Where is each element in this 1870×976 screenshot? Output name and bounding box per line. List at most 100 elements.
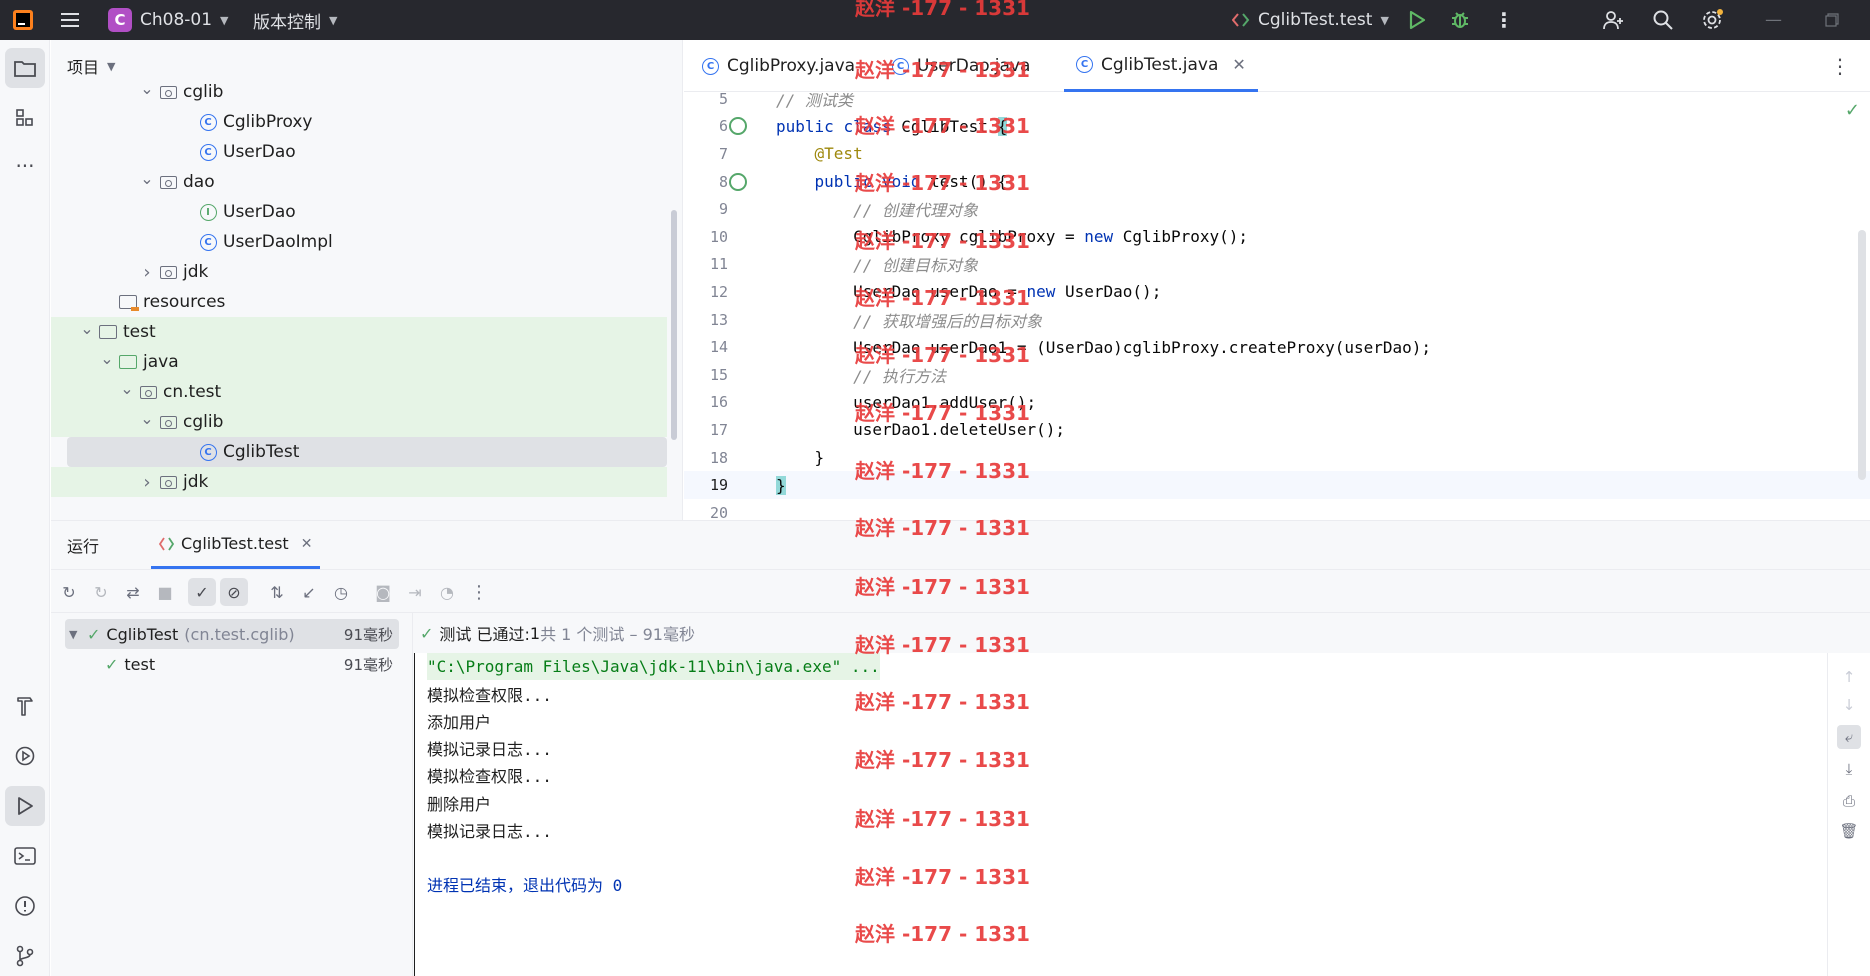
code-line[interactable]: 16 userDao1.addUser();: [684, 389, 1870, 417]
code-line[interactable]: 5 // 测试类: [684, 93, 1870, 113]
show-passed-icon[interactable]: ✓: [188, 578, 216, 606]
tree-item[interactable]: ⌄ cglib: [51, 77, 667, 107]
test-suite-row[interactable]: ▼ ✓ CglibTest (cn.test.cglib) 91毫秒: [65, 619, 399, 649]
tree-item[interactable]: ⌄ java: [51, 347, 667, 377]
tree-item[interactable]: ⌄ dao: [51, 167, 667, 197]
chevron-down-icon[interactable]: ⌄: [79, 319, 95, 338]
chevron-right-icon[interactable]: ›: [139, 472, 155, 493]
restore-icon[interactable]: [1825, 0, 1845, 40]
show-ignored-icon[interactable]: ⊘: [220, 578, 248, 606]
vcs-menu[interactable]: 版本控制 ▼: [253, 0, 337, 40]
rerun-failed-icon[interactable]: ↻: [87, 578, 115, 606]
tab-userdao[interactable]: C UserDao.java: [880, 40, 1042, 92]
close-tab-icon[interactable]: ✕: [301, 536, 313, 552]
git-branch-icon[interactable]: [5, 936, 45, 976]
tree-item[interactable]: ⌄ test: [51, 317, 667, 347]
import-tests-icon[interactable]: ⇥: [401, 578, 429, 606]
test-case-row[interactable]: ✓ test 91毫秒: [65, 649, 399, 679]
chevron-down-icon[interactable]: ⌄: [119, 379, 135, 398]
trash-icon[interactable]: 🗑: [1837, 819, 1861, 843]
build-hammer-icon[interactable]: [5, 686, 45, 726]
tree-item[interactable]: C CglibTest: [67, 437, 667, 467]
console-output[interactable]: "C:\Program Files\Java\jdk-11\bin\java.e…: [414, 653, 1828, 976]
tabs-more-icon[interactable]: ⋮: [1830, 54, 1850, 78]
project-panel-title: 项目: [67, 58, 100, 77]
down-arrow-icon[interactable]: ↓: [1837, 693, 1861, 717]
tab-cglibtest[interactable]: C CglibTest.java ✕: [1064, 40, 1258, 92]
resources-folder-icon: [119, 293, 139, 311]
run-tool-icon[interactable]: [5, 786, 45, 826]
chevron-down-icon[interactable]: ⌄: [139, 169, 155, 188]
debug-icon[interactable]: [1450, 0, 1478, 40]
tab-run-config[interactable]: CglibTest.test ✕: [151, 521, 321, 569]
code-line[interactable]: 12 UserDao userDao = new UserDao();: [684, 278, 1870, 306]
chevron-down-icon[interactable]: ⌄: [139, 409, 155, 428]
structure-icon[interactable]: [5, 98, 45, 138]
toggle-auto-test-icon[interactable]: ⇄: [119, 578, 147, 606]
code-line[interactable]: 6 public class CglibTest {: [684, 113, 1870, 141]
code-line[interactable]: 9 // 创建代理对象: [684, 195, 1870, 223]
more-tools-icon[interactable]: ···: [5, 146, 45, 186]
project-view-icon[interactable]: [5, 48, 45, 88]
main-menu-icon[interactable]: [60, 0, 88, 40]
search-icon[interactable]: [1652, 0, 1682, 40]
code-line[interactable]: 13 // 获取增强后的目标对象: [684, 306, 1870, 334]
gutter-run-test-icon[interactable]: [729, 172, 747, 191]
chevron-down-icon: ▼: [329, 13, 338, 27]
gutter-run-test-icon[interactable]: [729, 117, 747, 136]
chevron-right-icon[interactable]: ›: [139, 262, 155, 283]
passed-check-icon: ✓: [105, 654, 119, 674]
coverage-icon[interactable]: ◔: [433, 578, 461, 606]
project-badge: C: [108, 8, 132, 32]
soft-wrap-icon[interactable]: ⤶: [1837, 725, 1861, 749]
tree-item[interactable]: ⌄ cn.test: [51, 377, 667, 407]
tree-item[interactable]: C UserDao: [51, 137, 667, 167]
more-actions-icon[interactable]: ⋮: [1494, 0, 1514, 40]
tree-item[interactable]: resources: [51, 287, 667, 317]
chevron-down-icon[interactable]: ⌄: [139, 79, 155, 98]
tab-cglibproxy[interactable]: C CglibProxy.java: [690, 40, 867, 92]
tree-item[interactable]: ⌄ cglib: [51, 407, 667, 437]
sort-icon[interactable]: ⇅: [263, 578, 291, 606]
code-line[interactable]: 11 // 创建目标对象: [684, 251, 1870, 279]
no-problems-check-icon[interactable]: ✓: [1845, 100, 1860, 121]
code-line[interactable]: 14 UserDao userDao1 = (UserDao)cglibProx…: [684, 333, 1870, 361]
terminal-icon[interactable]: [5, 836, 45, 876]
add-user-icon[interactable]: [1602, 0, 1632, 40]
project-panel: 项目 ▼ ⌄ cglib C CglibProxy C UserDao ⌄ dao I UserD…: [51, 40, 683, 520]
run-config-selector[interactable]: CglibTest.test ▼: [1232, 0, 1389, 40]
settings-gear-icon[interactable]: [1700, 0, 1730, 40]
code-line[interactable]: 7 @Test: [684, 140, 1870, 168]
up-arrow-icon[interactable]: ↑: [1837, 665, 1861, 689]
stop-icon[interactable]: ■: [151, 578, 179, 606]
screenshot-icon[interactable]: ◙: [369, 578, 397, 606]
run-icon[interactable]: [1408, 0, 1436, 40]
tree-item[interactable]: C UserDaoImpl: [51, 227, 667, 257]
code-line[interactable]: 8 public void test() {: [684, 168, 1870, 196]
minimize-icon[interactable]: —: [1765, 0, 1785, 40]
services-icon[interactable]: [5, 736, 45, 776]
code-area[interactable]: 5// 测试类 6 public class CglibTest {7 @Test 8…: [684, 93, 1870, 520]
code-line[interactable]: 15 // 执行方法: [684, 361, 1870, 389]
tree-item[interactable]: › jdk: [51, 257, 667, 287]
code-line[interactable]: 17 userDao1.deleteUser();: [684, 416, 1870, 444]
code-line[interactable]: 20: [684, 499, 1870, 520]
tree-item[interactable]: › jdk: [51, 467, 667, 497]
scroll-to-end-icon[interactable]: ⤓: [1837, 757, 1861, 781]
tree-item[interactable]: C CglibProxy: [51, 107, 667, 137]
tree-item[interactable]: I UserDao: [51, 197, 667, 227]
toolbar-more-icon[interactable]: ⋮: [465, 578, 493, 606]
collapse-all-icon[interactable]: ↙: [295, 578, 323, 606]
close-tab-icon[interactable]: ✕: [1232, 55, 1245, 74]
project-switcher[interactable]: C Ch08-01 ▼: [108, 0, 229, 40]
problems-icon[interactable]: [5, 886, 45, 926]
print-icon[interactable]: ⎙: [1837, 789, 1861, 813]
code-line[interactable]: 19}: [684, 471, 1870, 499]
chevron-down-icon[interactable]: ⌄: [99, 349, 115, 368]
editor-scrollbar[interactable]: [1858, 230, 1866, 480]
rerun-icon[interactable]: ↻: [55, 578, 83, 606]
test-history-icon[interactable]: ◷: [327, 578, 355, 606]
project-scrollbar[interactable]: [671, 210, 677, 440]
code-line[interactable]: 18 }: [684, 444, 1870, 472]
code-line[interactable]: 10 CglibProxy cglibProxy = new CglibProx…: [684, 223, 1870, 251]
